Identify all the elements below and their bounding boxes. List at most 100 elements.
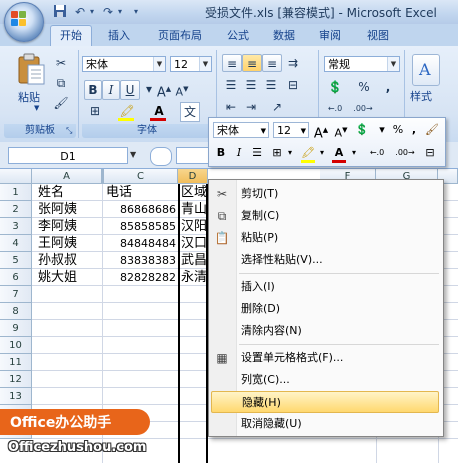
row-header[interactable]: 10 bbox=[0, 337, 32, 354]
tab-data[interactable]: 数据 bbox=[266, 26, 302, 45]
bold-button[interactable]: B bbox=[84, 80, 102, 100]
name-box-dropdown-icon[interactable]: ▼ bbox=[130, 150, 136, 159]
underline-button[interactable]: U bbox=[120, 80, 140, 100]
menu-item-insert[interactable]: 插入(I) bbox=[237, 276, 441, 298]
mini-percent-button[interactable]: % bbox=[391, 121, 405, 139]
wrap-text-icon[interactable]: ⇉ bbox=[284, 54, 302, 70]
styles-icon[interactable]: A bbox=[412, 54, 440, 86]
paste-button-label[interactable]: 粘贴 bbox=[18, 89, 40, 105]
mini-dropdown-icon[interactable]: ▾ bbox=[375, 121, 389, 139]
chevron-down-icon[interactable]: ▼ bbox=[387, 57, 399, 71]
copy-icon[interactable]: ⧉ bbox=[52, 74, 70, 92]
cell-c1[interactable]: 电话 bbox=[106, 184, 176, 201]
menu-item-delete[interactable]: 删除(D) bbox=[237, 298, 441, 320]
comma-button[interactable]: , bbox=[380, 78, 396, 94]
row-header[interactable]: 3 bbox=[0, 218, 32, 235]
font-size-combo[interactable]: 12 ▼ bbox=[170, 56, 212, 72]
cell-c4[interactable]: 84848484 bbox=[106, 235, 176, 252]
menu-item-clear-contents[interactable]: 清除内容(N) bbox=[237, 320, 441, 342]
customize-toolbar-icon[interactable]: ▾ bbox=[128, 4, 144, 20]
cell-a2[interactable]: 张阿姨 bbox=[38, 201, 100, 218]
name-box[interactable]: D1 bbox=[8, 147, 128, 164]
cell-a4[interactable]: 王阿姨 bbox=[38, 235, 100, 252]
styles-button-label[interactable]: 样式 bbox=[410, 88, 432, 104]
paste-icon[interactable] bbox=[16, 52, 46, 86]
chevron-down-icon[interactable]: ▼ bbox=[153, 57, 165, 71]
chevron-down-icon[interactable]: ▼ bbox=[301, 123, 306, 139]
font-name-combo[interactable]: 宋体 ▼ bbox=[82, 56, 166, 72]
align-center-icon[interactable]: ☰ bbox=[242, 76, 260, 92]
phonetic-button[interactable]: 文 bbox=[180, 102, 200, 122]
shrink-font-icon[interactable]: A▼ bbox=[174, 80, 190, 99]
italic-button[interactable]: I bbox=[102, 80, 120, 100]
paste-dropdown-icon[interactable]: ▼ bbox=[34, 104, 39, 112]
increase-decimal-icon[interactable]: ←.0 bbox=[324, 100, 346, 116]
clipboard-launcher-icon[interactable]: ⤡ bbox=[66, 126, 72, 136]
menu-item-cut[interactable]: 剪切(T) bbox=[237, 183, 441, 205]
menu-item-format-cells[interactable]: 设置单元格格式(F)... bbox=[237, 347, 441, 369]
menu-item-unhide[interactable]: 取消隐藏(U) bbox=[237, 413, 441, 435]
tab-page-layout[interactable]: 页面布局 bbox=[150, 26, 210, 45]
decrease-decimal-icon[interactable]: .00→ bbox=[352, 100, 374, 116]
cell-d3[interactable]: 汉阳 bbox=[181, 218, 207, 235]
tab-formulas[interactable]: 公式 bbox=[220, 26, 256, 45]
mini-bold-button[interactable]: B bbox=[213, 144, 229, 162]
align-right-icon[interactable]: ☰ bbox=[262, 76, 280, 92]
mini-currency-icon[interactable]: 💲 bbox=[353, 121, 371, 139]
row-header[interactable]: 1 bbox=[0, 184, 32, 201]
save-icon[interactable] bbox=[52, 4, 68, 20]
row-header[interactable]: 5 bbox=[0, 252, 32, 269]
redo-dropdown-icon[interactable]: ▾ bbox=[112, 4, 128, 20]
cell-a5[interactable]: 孙叔叔 bbox=[38, 252, 100, 269]
cell-c3[interactable]: 85858585 bbox=[106, 218, 176, 235]
mini-font-name-combo[interactable]: 宋体 ▼ bbox=[213, 122, 269, 138]
cell-d5[interactable]: 武昌 bbox=[181, 252, 207, 269]
row-header[interactable]: 11 bbox=[0, 354, 32, 371]
row-header[interactable]: 6 bbox=[0, 269, 32, 286]
underline-dropdown-icon[interactable]: ▾ bbox=[142, 80, 156, 98]
cell-d4[interactable]: 汉口 bbox=[181, 235, 207, 252]
row-header[interactable]: 13 bbox=[0, 388, 32, 405]
column-header-c[interactable]: C bbox=[104, 169, 178, 184]
cell-a1[interactable]: 姓名 bbox=[38, 184, 100, 201]
cell-a3[interactable]: 李阿姨 bbox=[38, 218, 100, 235]
mini-increase-decimal-icon[interactable]: ←.0 bbox=[365, 144, 389, 162]
column-header-a[interactable]: A bbox=[32, 169, 102, 184]
decrease-indent-icon[interactable]: ⇤ bbox=[222, 98, 240, 114]
formula-scroll-handle[interactable] bbox=[150, 147, 172, 166]
percent-button[interactable]: % bbox=[356, 78, 372, 94]
row-header[interactable]: 7 bbox=[0, 286, 32, 303]
undo-dropdown-icon[interactable]: ▾ bbox=[84, 4, 100, 20]
cell-d6[interactable]: 永清 bbox=[181, 269, 207, 286]
align-middle-icon[interactable]: ≡ bbox=[242, 54, 262, 72]
mini-font-size-combo[interactable]: 12 ▼ bbox=[273, 122, 309, 138]
currency-icon[interactable]: 💲 bbox=[324, 78, 346, 94]
column-header-d[interactable]: D bbox=[178, 169, 208, 184]
cell-c2[interactable]: 86868686 bbox=[106, 201, 176, 218]
mini-border-icon[interactable]: ⊞ bbox=[269, 144, 285, 162]
cut-icon[interactable]: ✂ bbox=[52, 54, 70, 72]
chevron-down-icon[interactable]: ▼ bbox=[261, 123, 266, 139]
format-painter-icon[interactable]: 🖌 bbox=[52, 94, 70, 112]
border-icon[interactable]: ⊞ bbox=[86, 102, 104, 120]
menu-item-paste-special[interactable]: 选择性粘贴(V)... bbox=[237, 249, 441, 271]
row-header[interactable]: 4 bbox=[0, 235, 32, 252]
mini-shrink-font-button[interactable]: A▼ bbox=[333, 121, 349, 140]
merge-center-icon[interactable]: ⊟ bbox=[284, 76, 302, 92]
tab-review[interactable]: 审阅 bbox=[312, 26, 348, 45]
mini-decrease-decimal-icon[interactable]: .00→ bbox=[393, 144, 417, 162]
grow-font-icon[interactable]: A▲ bbox=[156, 80, 172, 100]
chevron-down-icon[interactable]: ▾ bbox=[349, 144, 359, 162]
cell-c6[interactable]: 82828282 bbox=[106, 269, 176, 286]
cell-d1[interactable]: 区域 bbox=[181, 184, 207, 201]
mini-merge-icon[interactable]: ⊟ bbox=[421, 144, 439, 162]
tab-insert[interactable]: 插入 bbox=[100, 26, 138, 45]
mini-grow-font-button[interactable]: A▲ bbox=[313, 121, 329, 141]
align-top-icon[interactable]: ≡ bbox=[222, 54, 242, 72]
increase-indent-icon[interactable]: ⇥ bbox=[242, 98, 260, 114]
menu-item-paste[interactable]: 粘贴(P) bbox=[237, 227, 441, 249]
cell-c5[interactable]: 83838383 bbox=[106, 252, 176, 269]
mini-italic-button[interactable]: I bbox=[231, 144, 247, 162]
menu-item-column-width[interactable]: 列宽(C)... bbox=[237, 369, 441, 391]
align-bottom-icon[interactable]: ≡ bbox=[262, 54, 282, 72]
